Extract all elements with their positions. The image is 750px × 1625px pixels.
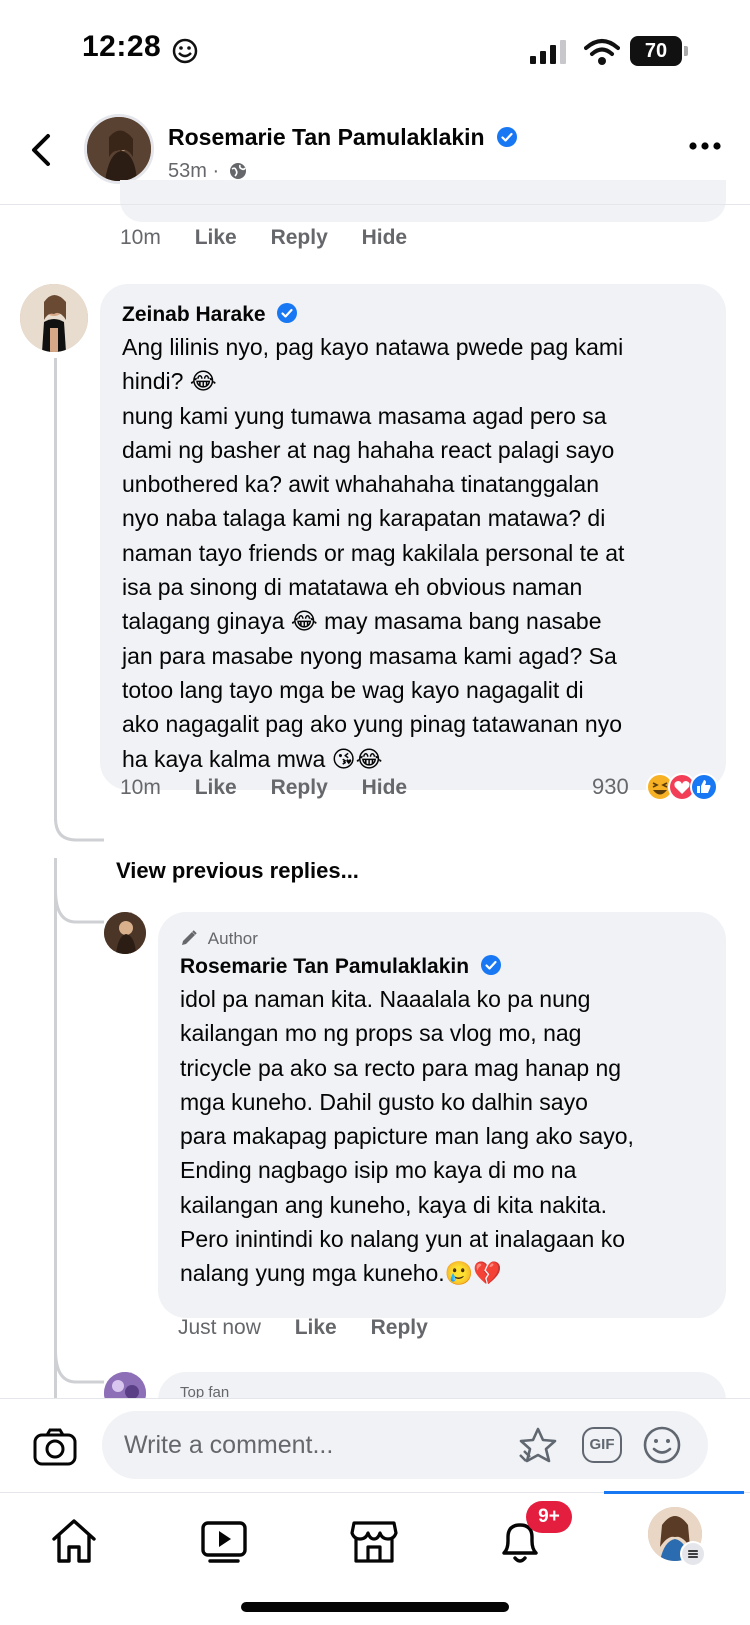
reaction-count[interactable]: 930 — [592, 774, 629, 800]
commenter-name[interactable]: Zeinab Harake — [122, 300, 704, 330]
author-badge: Author — [180, 926, 704, 952]
thread-curve — [54, 1350, 104, 1384]
verified-badge-icon — [497, 127, 517, 147]
avatar-photo — [104, 912, 146, 954]
commenter-name-label[interactable]: Zeinab Harake — [122, 303, 266, 326]
hide-button[interactable]: Hide — [362, 776, 408, 799]
reply-text: idol pa naman kita. Naaalala ko pa nung … — [180, 986, 634, 1287]
home-icon[interactable] — [46, 1515, 102, 1567]
menu-lines-icon — [680, 1541, 706, 1567]
reply-button[interactable]: Reply — [271, 226, 328, 249]
globe-icon — [229, 163, 246, 179]
gif-button[interactable]: GIF — [582, 1427, 622, 1463]
like-button[interactable]: Like — [295, 1316, 337, 1339]
reply-author-label[interactable]: Rosemarie Tan Pamulaklakin — [180, 955, 469, 978]
comment-time: 10m — [120, 776, 161, 799]
pen-icon — [182, 930, 197, 945]
header-divider — [0, 204, 750, 205]
author-avatar[interactable] — [84, 114, 154, 184]
reply-author-avatar[interactable] — [104, 912, 146, 954]
status-time: 12:28 — [82, 30, 162, 63]
thread-curve — [54, 818, 104, 842]
reply-button[interactable]: Reply — [271, 776, 328, 799]
thread-line — [54, 858, 57, 1398]
comment-composer: GIF — [0, 1398, 750, 1492]
avatar-sticker-icon[interactable] — [516, 1425, 560, 1467]
back-arrow-icon[interactable] — [26, 130, 58, 170]
battery-indicator: 70 — [630, 36, 688, 66]
more-options-icon[interactable] — [688, 138, 722, 154]
verified-badge-icon — [480, 955, 501, 975]
reaction-icons — [646, 773, 718, 801]
comment-input[interactable] — [124, 1411, 504, 1479]
previous-comment-time: 10m — [120, 226, 161, 249]
post-time: 53m — [168, 160, 207, 182]
previous-comment-bubble — [120, 180, 726, 222]
hide-button[interactable]: Hide — [362, 226, 408, 249]
comment-box[interactable]: GIF — [102, 1411, 708, 1479]
comment-text: Ang lilinis nyo, pag kayo natawa pwede p… — [122, 334, 625, 772]
post-author-name[interactable]: Rosemarie Tan Pamulaklakin — [168, 124, 517, 151]
post-author-label[interactable]: Rosemarie Tan Pamulaklakin — [168, 124, 485, 150]
camera-icon[interactable] — [32, 1427, 78, 1467]
smiley-icon — [172, 38, 198, 64]
notification-badge: 9+ — [526, 1501, 572, 1533]
active-tab-indicator — [604, 1491, 744, 1494]
reply-time: Just now — [178, 1316, 261, 1339]
like-button[interactable]: Like — [195, 776, 237, 799]
marketplace-icon[interactable] — [346, 1515, 402, 1567]
commenter-avatar[interactable] — [20, 284, 88, 352]
reply-button[interactable]: Reply — [371, 1316, 428, 1339]
meta-separator: · — [212, 160, 220, 182]
wifi-icon — [584, 39, 620, 65]
thread-curve — [54, 890, 104, 924]
like-icon — [690, 773, 718, 801]
comment-bubble[interactable]: Zeinab Harake Ang lilinis nyo, pag kayo … — [100, 284, 726, 790]
previous-comment-actions: 10m Like Reply Hide — [120, 226, 435, 250]
verified-badge-icon — [277, 303, 298, 323]
avatar-photo — [20, 284, 88, 352]
cellular-signal-icon — [530, 40, 566, 64]
reply-author-name[interactable]: Rosemarie Tan Pamulaklakin — [180, 952, 704, 982]
reply-bubble[interactable]: Author Rosemarie Tan Pamulaklakin idol p… — [158, 912, 726, 1318]
like-button[interactable]: Like — [195, 226, 237, 249]
video-icon[interactable] — [196, 1515, 252, 1567]
home-indicator[interactable] — [241, 1602, 509, 1612]
author-badge-label: Author — [207, 929, 258, 948]
comment-actions: 10m Like Reply Hide — [120, 776, 435, 800]
view-previous-replies-link[interactable]: View previous replies... — [116, 858, 359, 884]
thread-line — [54, 358, 57, 820]
avatar-photo — [87, 117, 151, 181]
emoji-icon[interactable] — [642, 1425, 682, 1465]
status-bar: 12:28 70 — [0, 0, 750, 100]
reply-actions: Just now Like Reply — [178, 1316, 456, 1340]
